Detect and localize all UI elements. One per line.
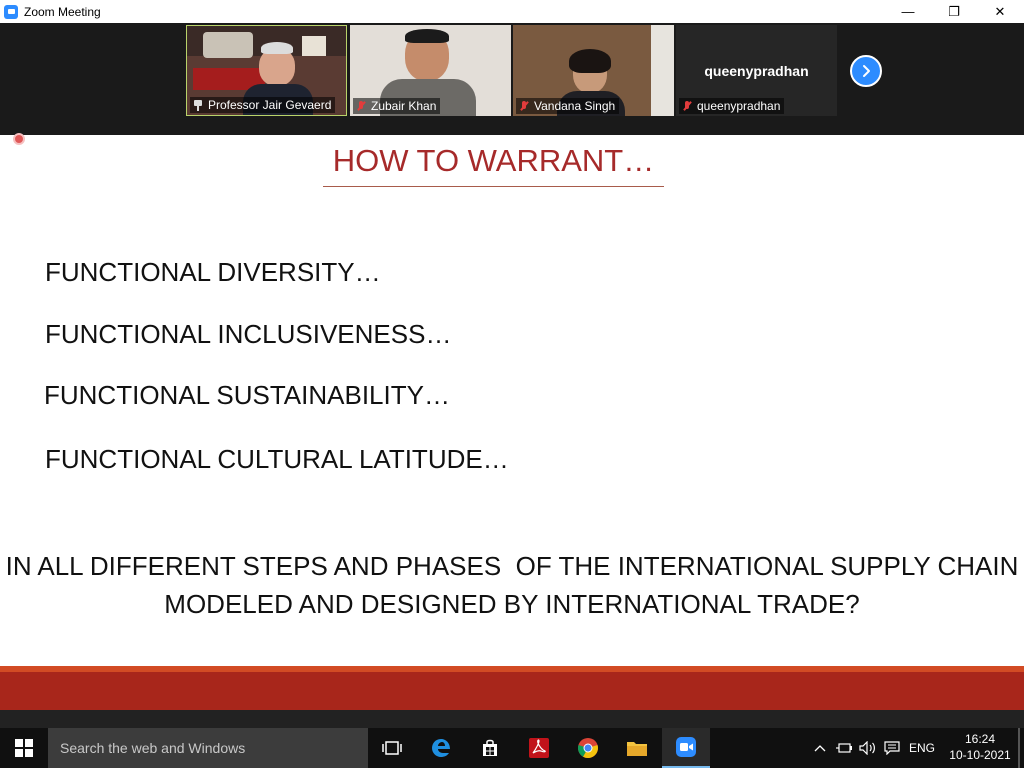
store-icon bbox=[483, 739, 497, 756]
action-center-tray-button[interactable] bbox=[881, 728, 903, 768]
slide-bullet: FUNCTIONAL INCLUSIVENESS… bbox=[45, 319, 452, 349]
wall-map bbox=[203, 32, 253, 58]
slide-bullet: FUNCTIONAL DIVERSITY… bbox=[45, 257, 381, 287]
slide-footer-band bbox=[0, 672, 1024, 710]
participant-name-tag: Professor Jair Gevaerd bbox=[190, 97, 336, 113]
language-indicator[interactable]: ENG bbox=[906, 728, 938, 768]
participant-gallery: Professor Jair Gevaerd Zubair Khan Vanda… bbox=[0, 23, 1024, 135]
mic-muted-icon bbox=[518, 100, 530, 112]
wall-frame bbox=[302, 36, 326, 56]
close-button[interactable]: ✕ bbox=[977, 0, 1023, 23]
edge-taskbar-button[interactable] bbox=[417, 728, 465, 768]
battery-plug-icon bbox=[836, 743, 852, 753]
title-bar: Zoom Meeting — ❐ ✕ bbox=[0, 0, 1024, 23]
slide-bullet: FUNCTIONAL SUSTAINABILITY… bbox=[44, 380, 450, 410]
search-placeholder: Search the web and Windows bbox=[60, 740, 246, 756]
task-view-button[interactable] bbox=[368, 728, 416, 768]
participant-hair bbox=[569, 49, 611, 73]
window-title: Zoom Meeting bbox=[24, 4, 101, 19]
question-line-1: IN ALL DIFFERENT STEPS AND PHASES OF THE… bbox=[5, 551, 1019, 581]
slide-title: HOW TO WARRANT… bbox=[332, 143, 655, 178]
participant-tile[interactable]: Zubair Khan bbox=[350, 25, 511, 116]
slide-bullet: FUNCTIONAL CULTURAL LATITUDE… bbox=[45, 444, 509, 474]
store-taskbar-button[interactable] bbox=[466, 728, 514, 768]
start-button[interactable] bbox=[0, 728, 48, 768]
chrome-taskbar-button[interactable] bbox=[564, 728, 612, 768]
participant-tile[interactable]: queenypradhan queenypradhan bbox=[676, 25, 837, 116]
clock-time: 16:24 bbox=[964, 732, 996, 746]
chevron-right-icon bbox=[863, 65, 870, 77]
file-explorer-taskbar-button[interactable] bbox=[613, 728, 661, 768]
volume-tray-button[interactable] bbox=[857, 728, 879, 768]
chrome-icon bbox=[578, 738, 598, 759]
windows-taskbar: Search the web and Windows ENG 16:24 10-… bbox=[0, 728, 1024, 768]
restore-icon: ❐ bbox=[948, 3, 960, 19]
minimize-icon: — bbox=[901, 4, 915, 19]
pin-icon bbox=[192, 99, 204, 111]
zoom-icon bbox=[676, 737, 696, 757]
participant-name: queenypradhan bbox=[697, 99, 781, 113]
message-icon bbox=[884, 741, 900, 755]
title-underline bbox=[323, 186, 664, 187]
participant-name: Zubair Khan bbox=[371, 99, 437, 113]
video-off-display-name: queenypradhan bbox=[704, 63, 809, 79]
slide-footer-shadow bbox=[0, 710, 1024, 728]
participant-tile[interactable]: Professor Jair Gevaerd bbox=[186, 25, 347, 116]
minimize-button[interactable]: — bbox=[885, 0, 931, 23]
participant-name-tag: queenypradhan bbox=[679, 98, 785, 114]
task-view-icon bbox=[382, 741, 402, 755]
participant-hair bbox=[405, 29, 449, 43]
speaker-hair bbox=[261, 42, 293, 54]
participant-name: Professor Jair Gevaerd bbox=[208, 98, 332, 112]
zoom-taskbar-button[interactable] bbox=[662, 728, 710, 768]
acrobat-taskbar-button[interactable] bbox=[515, 728, 563, 768]
folder-icon bbox=[627, 742, 647, 756]
power-tray-button[interactable] bbox=[833, 728, 855, 768]
clock-date: 10-10-2021 bbox=[949, 748, 1011, 762]
participant-tile[interactable]: Vandana Singh bbox=[513, 25, 674, 116]
taskbar-clock[interactable]: 16:24 10-10-2021 bbox=[944, 731, 1016, 763]
participant-name-tag: Vandana Singh bbox=[516, 98, 620, 114]
door-frame bbox=[651, 25, 674, 116]
edge-icon bbox=[432, 739, 450, 757]
show-desktop-button[interactable] bbox=[1018, 728, 1020, 768]
taskbar-search-box[interactable]: Search the web and Windows bbox=[48, 728, 368, 768]
close-icon: ✕ bbox=[994, 3, 1006, 19]
mic-muted-icon bbox=[355, 100, 367, 112]
maximize-button[interactable]: ❐ bbox=[931, 0, 977, 23]
next-page-button[interactable] bbox=[850, 55, 882, 87]
show-hidden-icons-button[interactable] bbox=[810, 728, 830, 768]
chevron-up-icon bbox=[814, 745, 826, 752]
participant-name: Vandana Singh bbox=[534, 99, 616, 113]
question-line-2: MODELED AND DESIGNED BY INTERNATIONAL TR… bbox=[164, 589, 860, 619]
slide-question: IN ALL DIFFERENT STEPS AND PHASES OF THE… bbox=[0, 547, 1024, 623]
zoom-app-icon bbox=[4, 4, 18, 19]
windows-logo-icon bbox=[15, 739, 33, 757]
acrobat-icon bbox=[529, 738, 549, 758]
volume-icon bbox=[859, 741, 875, 755]
mic-muted-icon bbox=[681, 100, 693, 112]
recording-indicator-icon bbox=[13, 133, 25, 145]
participant-name-tag: Zubair Khan bbox=[353, 98, 441, 114]
shared-screen-slide: HOW TO WARRANT… FUNCTIONAL DIVERSITY… FU… bbox=[0, 135, 1024, 728]
